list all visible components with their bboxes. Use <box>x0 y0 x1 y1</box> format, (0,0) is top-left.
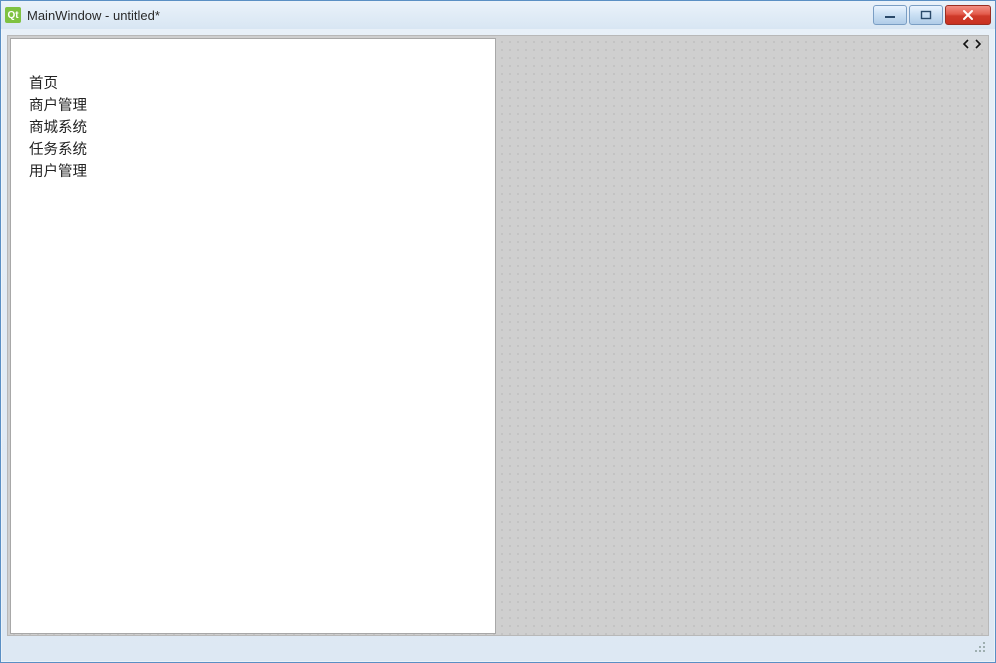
size-grip-icon[interactable] <box>972 639 986 653</box>
maximize-button[interactable] <box>909 5 943 25</box>
window-title: MainWindow - untitled* <box>27 8 873 23</box>
designer-surface[interactable]: 首页 商户管理 商城系统 任务系统 用户管理 <box>7 35 989 636</box>
close-button[interactable] <box>945 5 991 25</box>
close-icon <box>961 9 975 21</box>
minimize-icon <box>884 10 896 20</box>
main-window: Qt MainWindow - untitled* <box>0 0 996 663</box>
tree-item-mall-system[interactable]: 商城系统 <box>29 117 495 139</box>
nav-left-arrow-icon[interactable] <box>960 38 972 50</box>
minimize-button[interactable] <box>873 5 907 25</box>
designer-nav-arrows <box>960 38 984 50</box>
tree-item-home[interactable]: 首页 <box>29 73 495 95</box>
window-controls <box>873 5 991 25</box>
maximize-icon <box>920 10 932 20</box>
tree-item-user-mgmt[interactable]: 用户管理 <box>29 161 495 183</box>
qt-app-icon: Qt <box>5 7 21 23</box>
tree-widget[interactable]: 首页 商户管理 商城系统 任务系统 用户管理 <box>10 38 496 634</box>
tree-item-task-system[interactable]: 任务系统 <box>29 139 495 161</box>
content-area: 首页 商户管理 商城系统 任务系统 用户管理 <box>1 29 995 662</box>
status-bar <box>7 636 989 656</box>
titlebar: Qt MainWindow - untitled* <box>1 1 995 29</box>
nav-right-arrow-icon[interactable] <box>972 38 984 50</box>
tree-item-merchant-mgmt[interactable]: 商户管理 <box>29 95 495 117</box>
